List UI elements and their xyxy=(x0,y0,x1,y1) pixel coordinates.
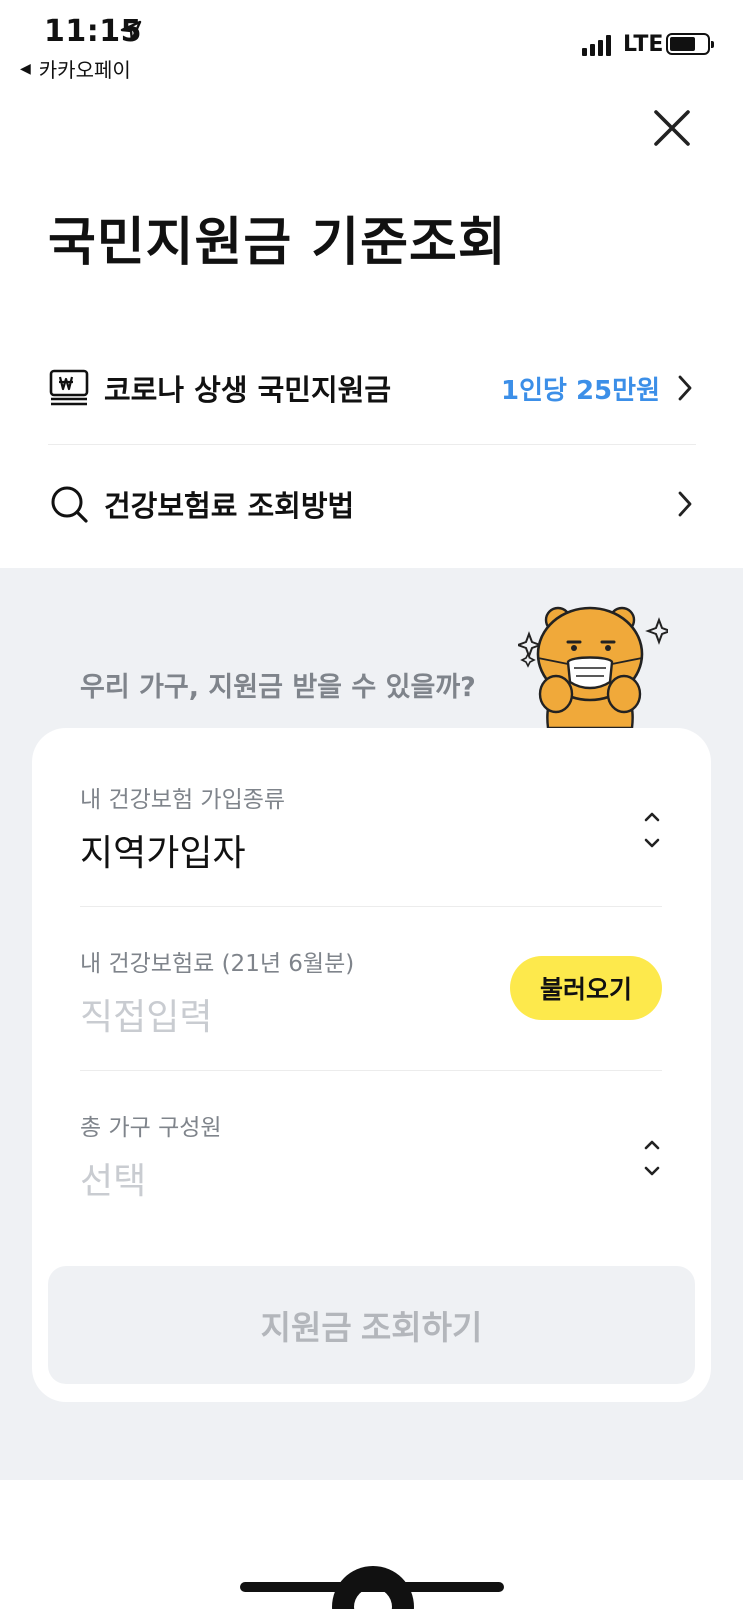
chevron-up-down-icon xyxy=(644,1140,660,1176)
chevron-right-icon xyxy=(678,491,692,517)
search-icon xyxy=(48,483,90,525)
divider xyxy=(80,1070,662,1071)
household-members-select[interactable]: 총 가구 구성원 선택 xyxy=(80,1108,662,1204)
back-triangle-icon: ◀ xyxy=(20,60,31,77)
eligibility-form-card: 내 건강보험 가입종류 지역가입자 내 건강보험료 (21년 6월분) 직접입력… xyxy=(32,728,711,1402)
status-bar: 11:15 ◀ 카카오페이 LTE xyxy=(0,0,743,90)
section-question: 우리 가구, 지원금 받을 수 있을까? xyxy=(80,672,476,703)
home-indicator[interactable] xyxy=(240,1582,504,1592)
submit-lookup-button[interactable]: 지원금 조회하기 xyxy=(48,1266,695,1384)
battery-icon xyxy=(666,33,714,55)
won-bill-icon xyxy=(48,367,90,409)
back-to-app-link[interactable]: ◀ 카카오페이 xyxy=(20,54,131,83)
field-label: 내 건강보험 가입종류 xyxy=(80,787,286,813)
field-label: 총 가구 구성원 xyxy=(80,1115,222,1141)
field-placeholder: 선택 xyxy=(80,1161,147,1202)
network-type: LTE xyxy=(623,32,664,57)
location-arrow-icon xyxy=(120,20,142,42)
load-premium-button[interactable]: 불러오기 xyxy=(510,956,662,1020)
page-title: 국민지원금 기준조회 xyxy=(48,213,507,273)
chevron-up-down-icon xyxy=(644,812,660,848)
insurance-type-select[interactable]: 내 건강보험 가입종류 지역가입자 xyxy=(80,780,662,876)
chevron-right-icon xyxy=(678,375,692,401)
menu-row-label: 코로나 상생 국민지원금 xyxy=(104,373,391,407)
divider xyxy=(80,906,662,907)
back-app-label: 카카오페이 xyxy=(38,58,131,82)
ryan-mascot-icon xyxy=(518,606,668,728)
field-value: 지역가입자 xyxy=(80,833,246,874)
menu-row-label: 건강보험료 조회방법 xyxy=(104,489,355,523)
subsidy-amount: 1인당 25만원 xyxy=(500,375,660,406)
menu-row-premium-lookup[interactable]: 건강보험료 조회방법 xyxy=(48,456,696,552)
close-button[interactable] xyxy=(652,108,692,148)
divider xyxy=(48,444,696,445)
signal-icon xyxy=(582,34,611,56)
menu-row-subsidy-info[interactable]: 코로나 상생 국민지원금 1인당 25만원 xyxy=(48,340,696,436)
